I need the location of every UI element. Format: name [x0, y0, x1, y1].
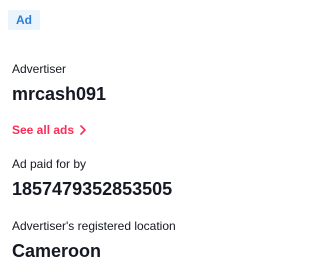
- location-label: Advertiser's registered location: [12, 219, 176, 233]
- paid-by-label: Ad paid for by: [12, 157, 87, 171]
- chevron-right-icon: [80, 124, 87, 138]
- advertiser-label: Advertiser: [12, 62, 67, 76]
- see-all-ads-label: See all ads: [12, 123, 75, 137]
- see-all-ads-link[interactable]: See all ads: [12, 123, 87, 138]
- paid-by-value: 1857479352853505: [12, 179, 173, 199]
- ad-badge: Ad: [8, 10, 40, 30]
- advertiser-name: mrcash091: [12, 84, 107, 104]
- ad-info-panel: Ad Advertiser mrcash091 See all ads Ad p…: [0, 0, 308, 277]
- location-value: Cameroon: [12, 241, 102, 261]
